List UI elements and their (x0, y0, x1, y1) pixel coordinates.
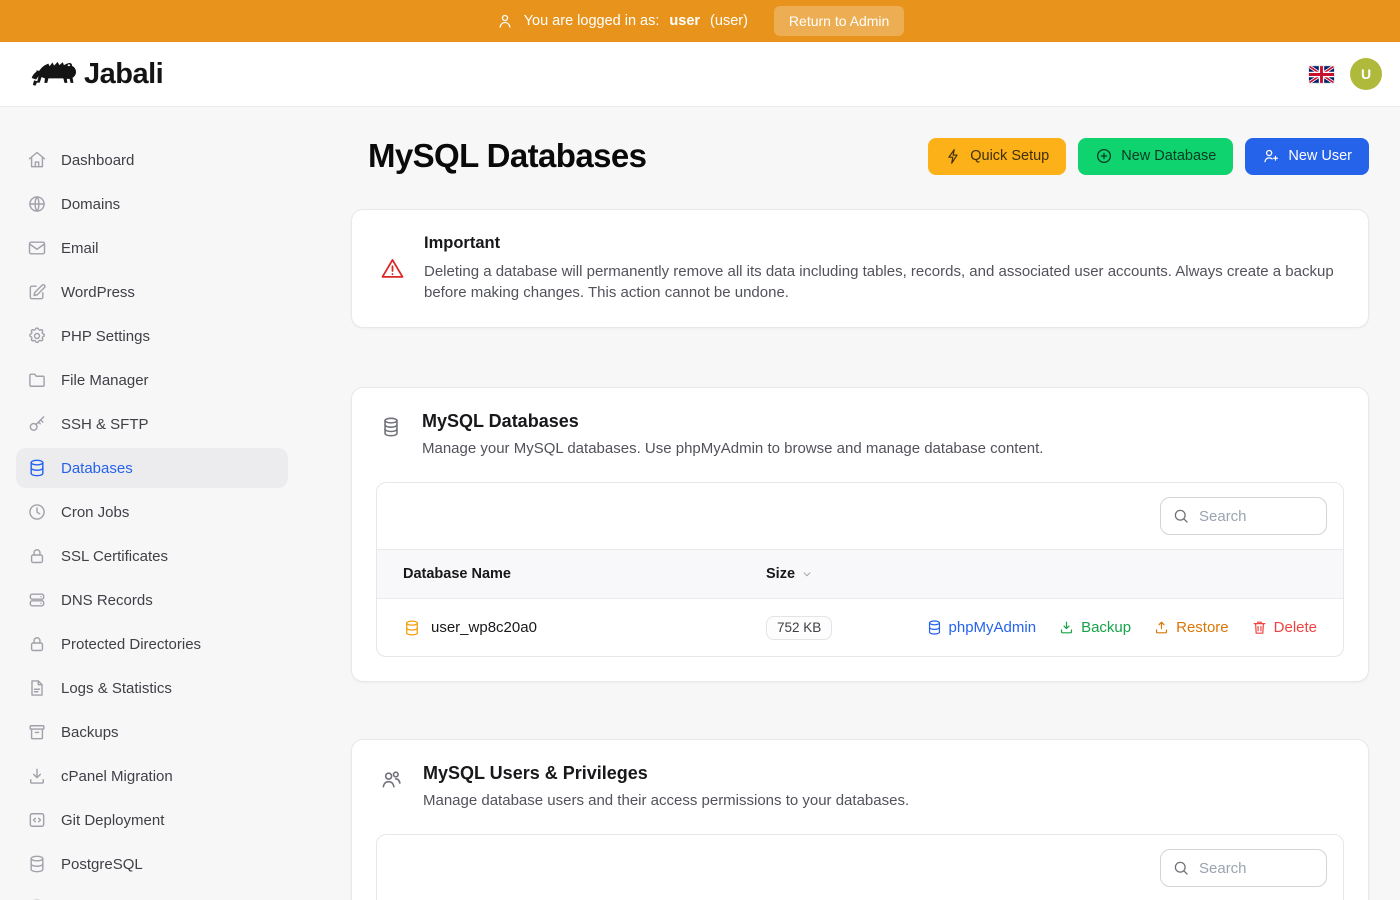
pencil-square-icon (27, 282, 47, 302)
server-icon (27, 590, 47, 610)
phpmyadmin-link[interactable]: phpMyAdmin (926, 619, 1037, 636)
delete-link[interactable]: Delete (1251, 619, 1317, 636)
users-section-description: Manage database users and their access p… (423, 792, 909, 809)
databases-section-title: MySQL Databases (422, 411, 1043, 432)
plus-circle-icon (1095, 147, 1113, 165)
sidebar-item-databases[interactable]: Databases (16, 448, 288, 488)
document-icon (27, 678, 47, 698)
search-icon (1172, 859, 1190, 877)
quick-setup-button[interactable]: Quick Setup (928, 138, 1066, 175)
sidebar-nav: Dashboard Domains Email WordPress PHP Se… (0, 107, 304, 900)
new-user-button[interactable]: New User (1245, 138, 1369, 175)
sidebar-item-domains[interactable]: Domains (16, 184, 288, 224)
sidebar-item-postgresql[interactable]: PostgreSQL (16, 844, 288, 884)
folder-icon (27, 370, 47, 390)
main-content: MySQL Databases Quick Setup New Database… (304, 107, 1400, 900)
user-icon (496, 12, 514, 30)
users-section-title: MySQL Users & Privileges (423, 763, 909, 784)
brand-logo[interactable]: Jabali (30, 55, 163, 93)
warning-title: Important (424, 234, 1339, 253)
boar-logo-icon (30, 55, 76, 93)
backup-link[interactable]: Backup (1058, 619, 1131, 636)
database-icon (403, 619, 421, 637)
mail-icon (27, 238, 47, 258)
sidebar-item-git-deployment[interactable]: Git Deployment (16, 800, 288, 840)
important-warning-card: Important Deleting a database will perma… (351, 209, 1369, 328)
databases-section-description: Manage your MySQL databases. Use phpMyAd… (422, 440, 1043, 457)
database-name: user_wp8c20a0 (431, 619, 537, 636)
app-header: Jabali U (0, 42, 1400, 107)
return-to-admin-button[interactable]: Return to Admin (774, 6, 904, 36)
databases-table-header: Database Name Size (377, 549, 1343, 599)
download-icon (27, 766, 47, 786)
sidebar-item-wordpress[interactable]: WordPress (16, 272, 288, 312)
database-row: user_wp8c20a0 752 KB phpMyAdmin Backup (377, 599, 1343, 656)
restore-link[interactable]: Restore (1153, 619, 1229, 636)
sidebar-item-ssh-sftp[interactable]: SSH & SFTP (16, 404, 288, 444)
sidebar-item-cpanel-migration[interactable]: cPanel Migration (16, 756, 288, 796)
search-icon (1172, 507, 1190, 525)
upload-icon (1153, 619, 1170, 636)
logged-in-role: (user) (710, 13, 748, 29)
user-avatar[interactable]: U (1350, 58, 1382, 90)
lock-icon (27, 634, 47, 654)
language-flag-icon[interactable] (1309, 66, 1334, 83)
globe-icon (27, 194, 47, 214)
databases-table-panel: Database Name Size user_wp8c20a0 752 KB (376, 482, 1344, 657)
archive-box-icon (27, 722, 47, 742)
sidebar-item-ssl-certificates[interactable]: SSL Certificates (16, 536, 288, 576)
sidebar-item-backups[interactable]: Backups (16, 712, 288, 752)
key-icon (27, 414, 47, 434)
sidebar-item-partial[interactable] (16, 888, 288, 900)
database-icon (27, 854, 47, 874)
users-search (1160, 849, 1327, 887)
user-plus-icon (1262, 147, 1280, 165)
sidebar-item-dashboard[interactable]: Dashboard (16, 140, 288, 180)
download-icon (1058, 619, 1075, 636)
sidebar-item-php-settings[interactable]: PHP Settings (16, 316, 288, 356)
trash-icon (1251, 619, 1268, 636)
chevron-down-icon (800, 567, 814, 581)
mysql-users-card: MySQL Users & Privileges Manage database… (351, 739, 1369, 900)
new-database-button[interactable]: New Database (1078, 138, 1233, 175)
home-icon (27, 150, 47, 170)
databases-search (1160, 497, 1327, 535)
warning-body: Deleting a database will permanently rem… (424, 262, 1339, 303)
database-size-badge: 752 KB (766, 616, 832, 640)
code-icon (27, 810, 47, 830)
logged-in-username: user (669, 13, 700, 29)
lightning-icon (945, 148, 962, 165)
sidebar-item-email[interactable]: Email (16, 228, 288, 268)
sidebar-item-logs-statistics[interactable]: Logs & Statistics (16, 668, 288, 708)
brand-name: Jabali (84, 58, 163, 91)
sidebar-item-dns-records[interactable]: DNS Records (16, 580, 288, 620)
database-icon (926, 619, 943, 636)
sidebar-item-protected-directories[interactable]: Protected Directories (16, 624, 288, 664)
page-title: MySQL Databases (368, 137, 646, 175)
mysql-databases-card: MySQL Databases Manage your MySQL databa… (351, 387, 1369, 682)
sidebar-item-cron-jobs[interactable]: Cron Jobs (16, 492, 288, 532)
logged-in-text: You are logged in as: (524, 13, 660, 29)
lock-icon (27, 546, 47, 566)
users-icon (380, 768, 403, 809)
clock-icon (27, 502, 47, 522)
sidebar-item-file-manager[interactable]: File Manager (16, 360, 288, 400)
warning-triangle-icon (380, 256, 405, 281)
database-icon (27, 458, 47, 478)
users-table-panel: User Database Privileges (376, 834, 1344, 900)
admin-session-bar: You are logged in as: user (user) Return… (0, 0, 1400, 42)
gear-icon (27, 326, 47, 346)
database-icon (380, 416, 402, 457)
column-database-name: Database Name (377, 566, 766, 582)
column-size-sort[interactable]: Size (766, 566, 814, 582)
